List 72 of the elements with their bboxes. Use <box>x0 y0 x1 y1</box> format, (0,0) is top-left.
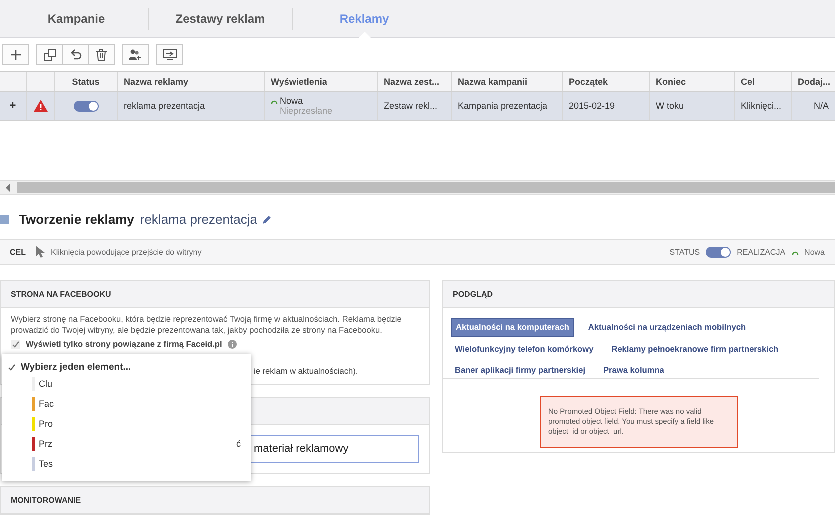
status-toggle[interactable] <box>74 100 98 112</box>
checkbox[interactable] <box>11 340 20 348</box>
section-marker-icon <box>0 214 9 224</box>
checkbox-label: Wyświetl tylko strony powiązane z firmą Faceid.pl <box>26 339 222 349</box>
scroll-left-icon[interactable] <box>5 184 11 192</box>
pencil-icon[interactable] <box>263 214 272 224</box>
info-icon[interactable] <box>228 340 238 348</box>
table-cell: Nowa <box>280 96 304 106</box>
panel-header: STRONA NA FACEBOOKU <box>1 281 429 308</box>
preview-tab[interactable]: Prawa kolumna <box>600 361 668 378</box>
panel-header: MONITOROWANIE <box>1 487 429 514</box>
tab[interactable]: Zestawy reklam <box>149 0 292 37</box>
people-button[interactable] <box>122 44 149 65</box>
people-icon <box>129 48 142 60</box>
delete-button[interactable] <box>88 44 115 65</box>
column-header[interactable]: Nazwa kampanii <box>452 72 563 91</box>
table-cell: reklama prezentacja <box>118 92 265 120</box>
description: Wybierz stronę na Facebooku, która będzie reprezentować Twoją firmę w aktualnościach. Reklama będzie prowadzić do Twojej witryny, ale będzie prezentowana tak, jakby pochodziła ze strony na Facebooku. <box>11 314 403 336</box>
dropdown-option[interactable]: Clu <box>39 379 53 389</box>
add-button[interactable] <box>2 44 29 65</box>
column-header[interactable]: Nazwa zest... <box>378 72 452 91</box>
column-header[interactable]: Cel <box>735 72 792 91</box>
duplicate-button[interactable] <box>36 44 63 65</box>
column-header[interactable]: Wyświetlenia <box>265 72 378 91</box>
export-icon <box>162 48 176 60</box>
dropdown-option[interactable]: Fac <box>39 399 54 409</box>
preview-tab[interactable]: Reklamy pełnoekranowe firm partnerskich <box>608 340 783 358</box>
dropdown-option[interactable]: Tes <box>39 459 54 469</box>
dropdown-option[interactable]: Pro <box>39 419 54 429</box>
dropdown-option[interactable]: Prz <box>39 439 52 449</box>
preview-tab[interactable]: Aktualności na komputerach <box>451 318 574 337</box>
table-cell-text: N/A <box>812 100 830 113</box>
status-toggle[interactable] <box>706 246 732 258</box>
table-cell: 2015-02-19 <box>563 92 650 120</box>
plus-icon <box>10 50 20 60</box>
table-cell: Zestaw rekl... <box>378 92 452 120</box>
column-header[interactable]: Status <box>55 72 118 91</box>
expand-toggle[interactable]: + <box>10 100 16 112</box>
table-row[interactable]: + reklama prezentacja Nowa Nieprzesłane Zestaw rekl... Kampania prezentacja 2015-02-19 W toku Kliknięci... N/A <box>0 92 835 121</box>
undo-icon <box>70 48 82 60</box>
delivery-label: REALIZACJA <box>737 248 786 256</box>
column-header[interactable]: Początek <box>563 72 650 91</box>
column-header[interactable]: Nazwa reklamy <box>118 72 265 91</box>
status-arc-icon <box>271 98 278 104</box>
status-label: STATUS <box>670 248 700 256</box>
table-cell: Kampania prezentacja <box>452 92 563 120</box>
note-text: ie reklam w aktualnościach). <box>254 366 358 376</box>
dropdown-option[interactable]: Wybierz jeden element... <box>2 360 251 374</box>
undo-button[interactable] <box>62 44 89 65</box>
table-cell: W toku <box>650 92 735 120</box>
check-icon <box>8 364 16 370</box>
export-button[interactable] <box>156 44 183 65</box>
preview-tab[interactable]: Aktualności na urządzeniach mobilnych <box>584 318 750 337</box>
preview-tab[interactable]: Wielofunkcyjny telefon komórkowy <box>451 340 598 358</box>
goal-label: CEL <box>10 248 26 256</box>
trash-icon <box>96 48 107 60</box>
delivery-value: Nowa <box>804 248 825 256</box>
table-cell: Kliknięci... <box>735 92 792 120</box>
horizontal-scrollbar[interactable] <box>0 180 835 195</box>
section-title: Tworzenie reklamy <box>19 212 134 226</box>
column-header[interactable]: Koniec <box>650 72 735 91</box>
option-text: ć <box>236 439 241 449</box>
copy-icon <box>44 48 56 60</box>
goal-value: Kliknięcia powodujące przejście do witryny <box>51 248 202 256</box>
table-cell-text: Nieprzesłane <box>279 106 333 116</box>
panel-header: PODGLĄD <box>443 281 834 308</box>
ad-name: reklama prezentacja <box>140 212 258 226</box>
tab[interactable]: Kampanie <box>5 0 148 37</box>
preview-tab[interactable]: Baner aplikacji firmy partnerskiej <box>451 361 590 378</box>
column-header[interactable]: Dodaj... <box>792 72 835 91</box>
cursor-icon <box>36 246 45 258</box>
status-arc-icon <box>792 250 799 254</box>
